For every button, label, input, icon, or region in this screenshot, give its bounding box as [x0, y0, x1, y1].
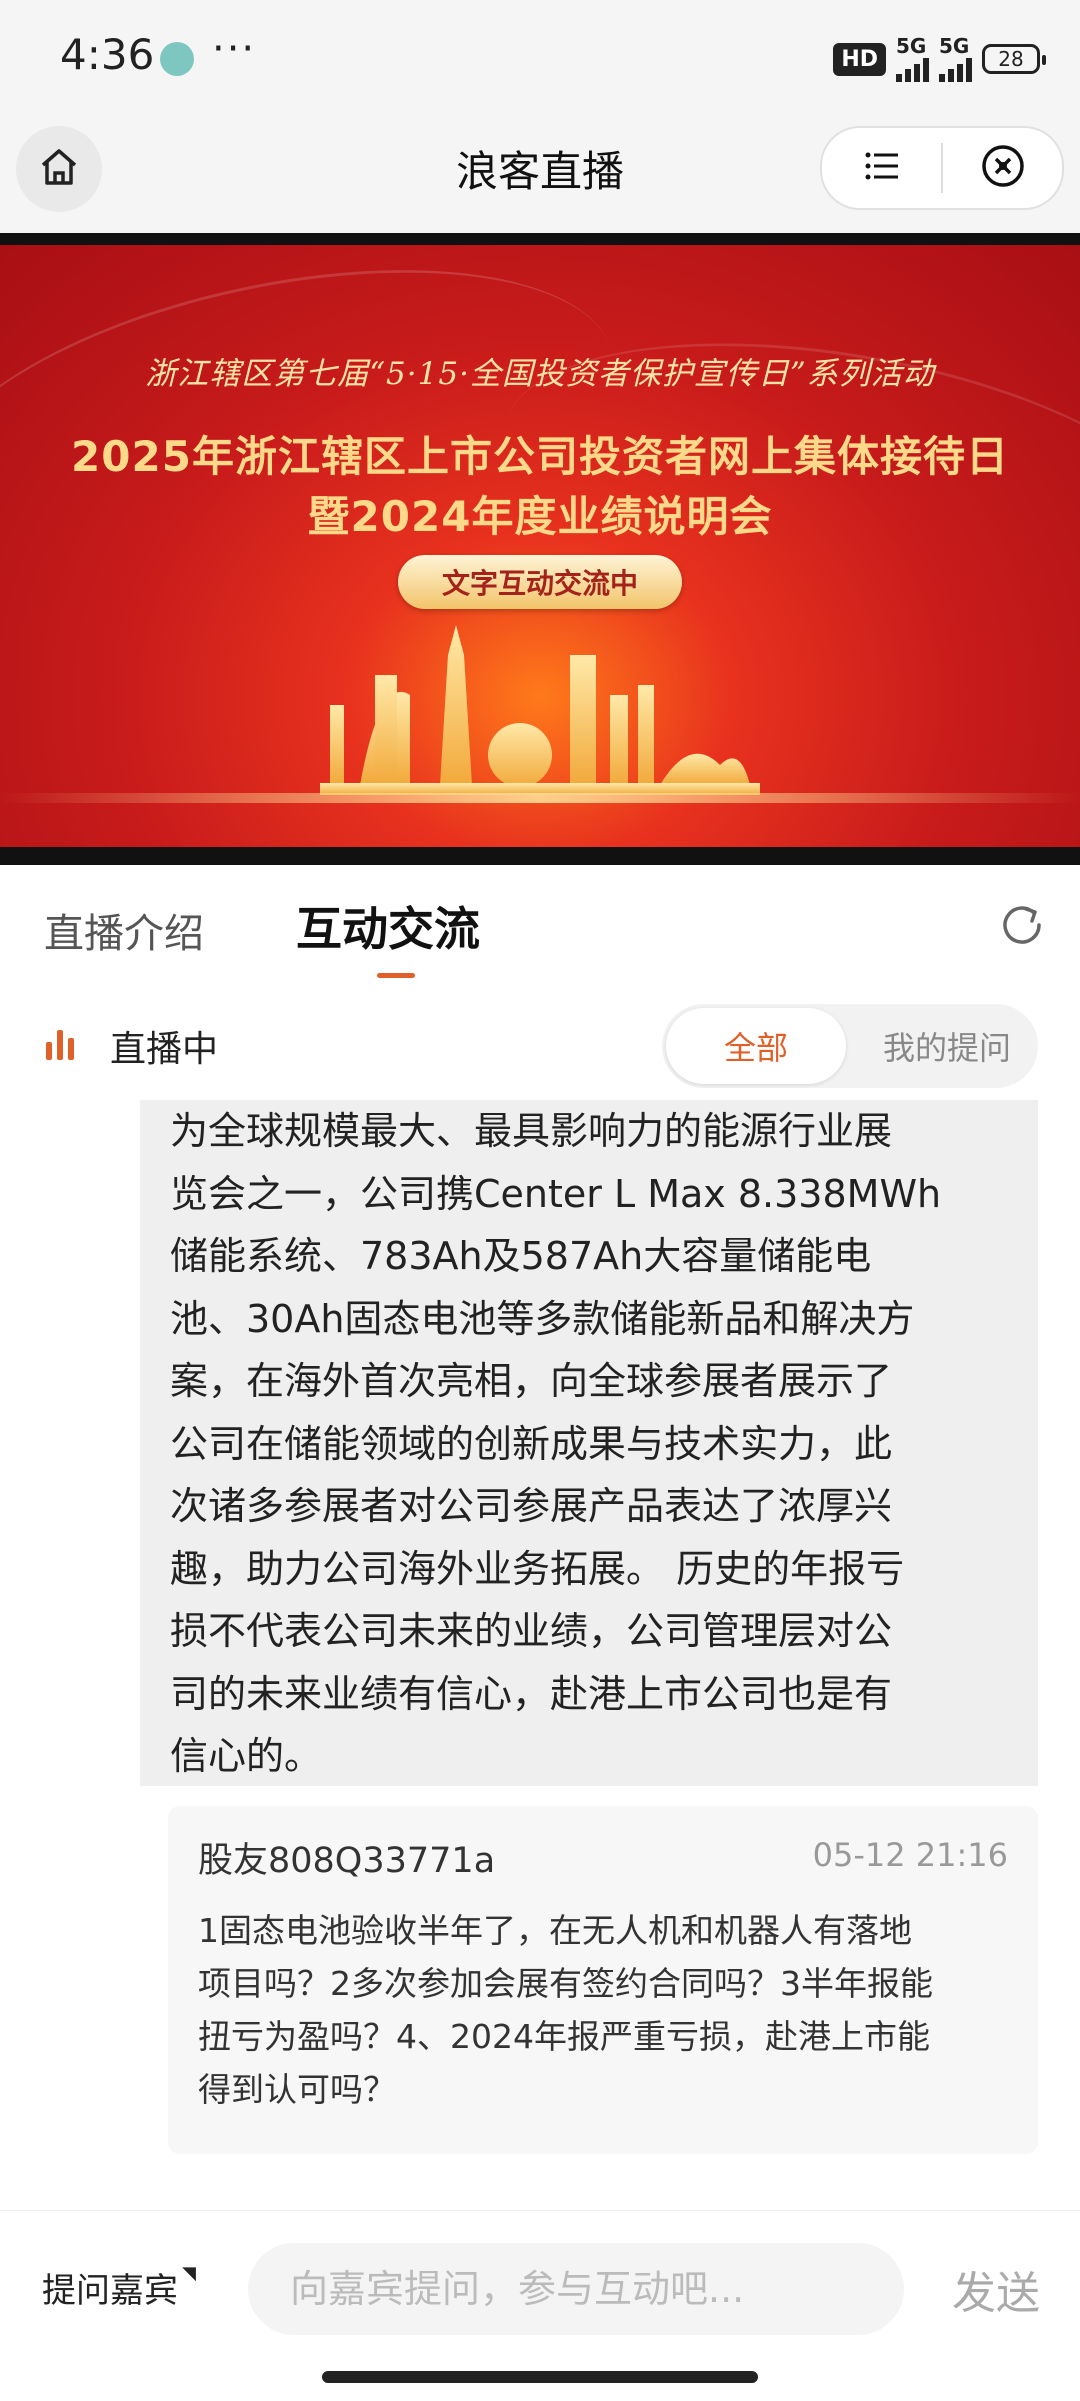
- event-banner: 浙江辖区第七届“5·15·全国投资者保护宣传日”系列活动 2025年浙江辖区上市…: [0, 245, 1080, 847]
- send-button[interactable]: 发送: [952, 2257, 1040, 2321]
- answer-bubble: 为全球规模最大、最具影响力的能源行业展览会之一，公司携Center L Max …: [140, 1100, 1038, 1786]
- status-indicators: HD 5G 5G 28: [833, 36, 1046, 82]
- home-indicator: [322, 2371, 758, 2383]
- answer-line: 储能系统、783Ah及587Ah大容量储能电: [170, 1234, 872, 1278]
- answer-text: 为全球规模最大、最具影响力的能源行业展览会之一，公司携Center L Max …: [170, 1100, 1008, 1788]
- close-icon: [980, 143, 1026, 193]
- answer-line: 为全球规模最大、最具影响力的能源行业展: [170, 1109, 893, 1153]
- filter-all[interactable]: 全部: [666, 1008, 846, 1084]
- question-user: 股友808Q33771a: [198, 1841, 496, 1881]
- live-status-label: 直播中: [110, 1029, 219, 1070]
- banner-frame: 浙江辖区第七届“5·15·全国投资者保护宣传日”系列活动 2025年浙江辖区上市…: [0, 233, 1080, 865]
- banner-glow-line: [0, 793, 1080, 803]
- answer-line: 次诸多参展者对公司参展产品表达了浓厚兴: [170, 1484, 893, 1528]
- question-text: 1固态电池验收半年了，在无人机和机器人有落地 项目吗？2多次参加会展有签约合同吗？…: [198, 1904, 1008, 2116]
- status-time: 4:36: [60, 30, 155, 79]
- refresh-button[interactable]: [994, 899, 1050, 955]
- close-button[interactable]: [943, 128, 1062, 208]
- question-line: 扭亏为盈吗？4、2024年报严重亏损，赴港上市能: [198, 2017, 930, 2056]
- question-line: 得到认可吗？: [198, 2070, 396, 2109]
- city-skyline-illustration: [320, 625, 760, 795]
- question-time: 05-12 21:16: [812, 1836, 1008, 1874]
- signal-icon-1: 5G: [896, 36, 929, 82]
- tab-live-intro[interactable]: 直播介绍: [44, 901, 204, 959]
- banner-title-line2: 暨2024年度业绩说明会: [307, 492, 773, 541]
- bottom-input-bar: 提问嘉宾 ◥ 发送: [0, 2210, 1080, 2401]
- tab-interaction[interactable]: 互动交流: [296, 893, 480, 959]
- question-input[interactable]: [248, 2243, 904, 2335]
- live-status-bar: 直播中 全部 我的提问: [0, 990, 1080, 1101]
- answer-line: 览会之一，公司携Center L Max 8.338MWh: [170, 1171, 942, 1216]
- banner-subtitle: 浙江辖区第七届“5·15·全国投资者保护宣传日”系列活动: [145, 356, 935, 392]
- dropdown-corner-icon: ◥: [182, 2263, 196, 2284]
- answer-line: 信心的。: [170, 1734, 323, 1778]
- answer-line: 损不代表公司未来的业绩，公司管理层对公: [170, 1609, 893, 1653]
- battery-icon: 28: [982, 44, 1046, 74]
- app-header: 浪客直播: [0, 118, 1080, 233]
- question-card[interactable]: 股友808Q33771a 05-12 21:16 1固态电池验收半年了，在无人机…: [168, 1806, 1038, 2154]
- answer-line: 公司在储能领域的创新成果与技术实力，此: [170, 1421, 893, 1466]
- tab-bar: 直播介绍 互动交流: [0, 865, 1080, 991]
- ask-guest-selector[interactable]: 提问嘉宾 ◥: [42, 2263, 196, 2312]
- active-tab-indicator: [377, 973, 415, 978]
- more-notifications-icon: ···: [212, 26, 257, 72]
- question-filter: 全部 我的提问: [662, 1004, 1038, 1088]
- menu-icon: [862, 146, 902, 190]
- status-bar: 4:36 ··· HD 5G 5G 28: [0, 0, 1080, 118]
- banner-title-line1: 2025年浙江辖区上市公司投资者网上集体接待日: [71, 432, 1009, 481]
- answer-line: 司的未来业绩有信心，赴港上市公司也是有: [170, 1671, 893, 1716]
- answer-line: 池、30Ah固态电池等多款储能新品和解决方: [170, 1296, 915, 1341]
- answer-line: 趣，助力公司海外业务拓展。 历史的年报亏: [170, 1546, 905, 1591]
- question-line: 项目吗？2多次参加会展有签约合同吗？3半年报能: [198, 1964, 933, 2003]
- hd-icon: HD: [833, 42, 886, 76]
- mini-program-capsule: [820, 126, 1064, 210]
- menu-button[interactable]: [822, 128, 941, 208]
- filter-my-questions[interactable]: 我的提问: [862, 1004, 1032, 1088]
- question-line: 1固态电池验收半年了，在无人机和机器人有落地: [198, 1911, 912, 1950]
- refresh-icon: [996, 899, 1048, 955]
- banner-status-pill: 文字互动交流中: [398, 555, 682, 609]
- signal-icon-2: 5G: [939, 36, 972, 82]
- app-notification-icon: [160, 42, 194, 76]
- interaction-feed[interactable]: 为全球规模最大、最具影响力的能源行业展览会之一，公司携Center L Max …: [0, 1100, 1080, 2210]
- answer-line: 案，在海外首次亮相，向全球参展者展示了: [170, 1359, 893, 1403]
- live-bars-icon: [46, 1028, 74, 1060]
